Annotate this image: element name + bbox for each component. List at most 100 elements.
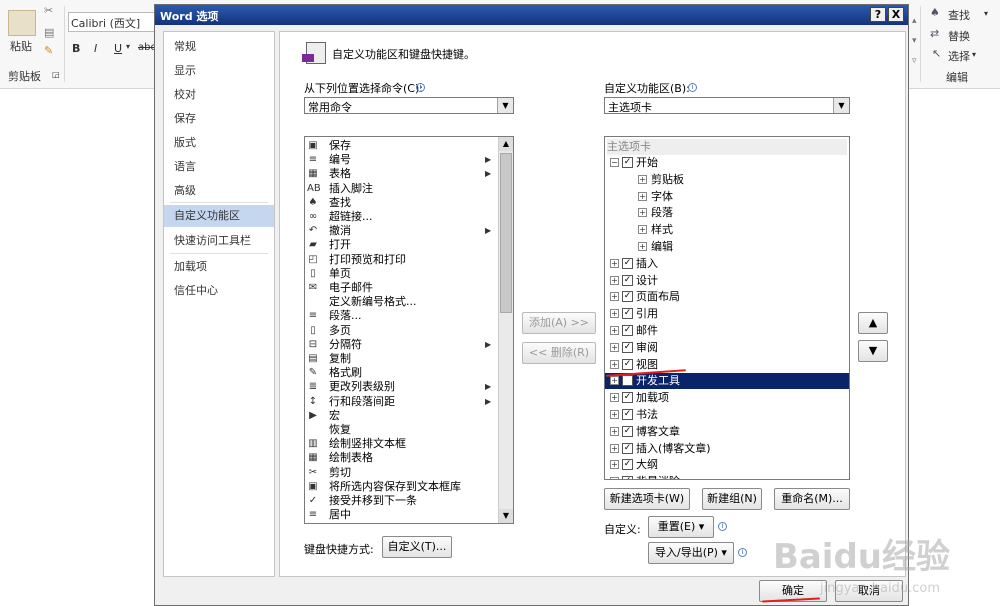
ribbon-tree-item[interactable]: + ✓ 插入(博客文章) [605,441,849,457]
ribbon-tree-item[interactable]: − ✓ 开始 [605,155,849,171]
move-down-button[interactable]: ▼ [858,340,888,362]
nav-item-trust-center[interactable]: 信任中心 [164,280,274,302]
command-item[interactable]: ▯ 单页 [305,267,497,281]
command-item[interactable]: ▶ 宏 [305,409,497,423]
style-more-icon[interactable]: ▿ [912,56,917,66]
expand-icon[interactable]: + [610,292,619,302]
rename-button[interactable]: 重命名(M)... [774,488,850,510]
command-item[interactable]: ▣ 将所选内容保存到文本框库 [305,480,497,494]
find-button[interactable]: 查找 [948,7,970,23]
select-icon[interactable]: ↖ [932,47,941,60]
italic-button[interactable]: I [94,42,97,55]
command-item[interactable]: ↶ 撤消 ▶ [305,224,497,238]
paste-icon[interactable] [8,10,36,36]
scroll-up-icon[interactable]: ▲ [499,137,513,151]
ribbon-tree[interactable]: 主选项卡 − ✓ 开始 + 剪贴板 + 字体 + 段落 + 样式 + 编辑 + ✓ 插入 + ✓ 设计 + ✓ 页面布局 +… [604,136,850,480]
paste-button[interactable]: 粘贴 [10,38,32,54]
font-name-box[interactable]: Calibri (西文] [68,12,156,32]
expand-icon[interactable]: + [638,191,647,201]
ribbon-tree-item[interactable]: + ✓ 页面布局 [605,289,849,305]
nav-item-customize-ribbon[interactable]: 自定义功能区 [164,205,274,227]
expand-icon[interactable]: + [638,208,647,218]
command-item[interactable]: ▤ 复制 [305,352,497,366]
bold-button[interactable]: B [72,42,80,55]
tab-checkbox[interactable]: ✓ [622,341,633,353]
replace-icon[interactable]: ⇄ [930,27,939,40]
ribbon-tree-item[interactable]: + 剪贴板 [605,172,849,188]
command-item[interactable]: ✎ 格式刷 [305,366,497,380]
command-item[interactable]: ✂ 剪切 [305,466,497,480]
collapse-icon[interactable]: − [610,158,619,167]
help-button[interactable]: ? [870,7,886,22]
tab-checkbox[interactable]: ✓ [622,442,633,454]
expand-icon[interactable]: + [610,342,619,352]
command-item[interactable]: 恢复 [305,423,497,437]
ribbon-tree-item[interactable]: + ✓ 加载项 [605,390,849,406]
command-item[interactable]: ⊟ 分隔符 ▶ [305,338,497,352]
chevron-down-icon[interactable]: ▼ [497,98,513,113]
command-item[interactable]: ▥ 绘制竖排文本框 [305,437,497,451]
ribbon-tree-item[interactable]: + 编辑 [605,239,849,255]
ribbon-tree-item[interactable]: + ✓ 大纲 [605,457,849,473]
command-item[interactable]: ≣ 更改列表级别 ▶ [305,380,497,394]
expand-icon[interactable]: + [638,174,647,184]
chevron-down-icon[interactable]: ▼ [833,98,849,113]
command-item[interactable]: ≡ 居中 [305,508,497,522]
customize-ribbon-select[interactable]: 主选项卡 ▼ [604,97,850,114]
scroll-thumb[interactable] [500,153,512,313]
command-item[interactable]: ♠ 查找 [305,196,497,210]
nav-item-display[interactable]: 显示 [164,60,274,82]
scroll-down-icon[interactable]: ▼ [499,509,513,523]
copy-icon[interactable]: ▤ [44,26,54,39]
ribbon-tree-item[interactable]: + ✓ 博客文章 [605,424,849,440]
dialog-titlebar[interactable]: Word 选项 ? X [155,5,908,25]
command-item[interactable]: ▯ 多页 [305,324,497,338]
tab-checkbox[interactable]: ✓ [622,459,633,471]
command-item[interactable]: ▦ 绘制表格 [305,451,497,465]
tab-checkbox[interactable]: ✓ [622,257,633,269]
command-item[interactable]: ≡ 编号 ▶ [305,153,497,167]
expand-icon[interactable]: + [638,225,647,235]
ribbon-tree-item[interactable]: + ✓ 引用 [605,306,849,322]
expand-icon[interactable]: + [610,275,619,285]
ribbon-tree-item[interactable]: + 字体 [605,189,849,205]
nav-item-general[interactable]: 常规 [164,36,274,58]
nav-item-layout[interactable]: 版式 [164,132,274,154]
expand-icon[interactable]: + [610,443,619,453]
close-button[interactable]: X [888,7,904,22]
expand-icon[interactable]: + [610,376,619,386]
command-item[interactable]: ▦ 表格 ▶ [305,167,497,181]
ribbon-tree-item[interactable]: + ✓ 视图 [605,357,849,373]
remove-button[interactable]: << 删除(R) [522,342,596,364]
new-tab-button[interactable]: 新建选项卡(W) [604,488,690,510]
expand-icon[interactable]: + [638,242,647,251]
command-item[interactable]: ✉ 电子邮件 [305,281,497,295]
nav-item-language[interactable]: 语言 [164,156,274,178]
tab-checkbox[interactable]: ✓ [622,308,633,320]
command-item[interactable]: ≡ 段落... [305,309,497,323]
tab-checkbox[interactable]: ✓ [622,476,633,479]
nav-item-proofing[interactable]: 校对 [164,84,274,106]
keyboard-customize-button[interactable]: 自定义(T)... [382,536,452,558]
ribbon-tree-item[interactable]: + ✓ 设计 [605,273,849,289]
add-button[interactable]: 添加(A) >> [522,312,596,334]
ribbon-tree-item[interactable]: + ✓ 开发工具 [605,373,849,390]
find-icon[interactable]: ♠ [930,6,940,19]
style-scroll-up-icon[interactable]: ▴ [912,16,917,26]
tab-checkbox[interactable]: ✓ [622,358,633,370]
tab-checkbox[interactable]: ✓ [622,274,633,286]
ribbon-tree-item[interactable]: +✓背景消除 [605,474,849,479]
new-group-button[interactable]: 新建组(N) [702,488,762,510]
command-item[interactable]: ∞ 超链接... [305,210,497,224]
expand-icon[interactable]: + [610,460,619,470]
commands-list[interactable]: ≡ 居中 ✓ 接受并移到下一条 ▣ 将所选内容保存到文本框库 ✂ 剪切 ▦ 绘制表格 ▥ 绘制竖排文本… [304,136,514,524]
tab-checkbox[interactable]: ✓ [622,375,633,387]
ribbon-tree-item[interactable]: + ✓ 审阅 [605,340,849,356]
nav-item-advanced[interactable]: 高级 [164,180,274,202]
nav-item-save[interactable]: 保存 [164,108,274,130]
format-painter-icon[interactable]: ✎ [44,44,53,57]
command-item[interactable]: AB 插入脚注 [305,182,497,196]
expand-icon[interactable]: + [610,410,619,419]
expand-icon[interactable]: + [610,477,619,479]
tab-checkbox[interactable]: ✓ [622,409,633,420]
